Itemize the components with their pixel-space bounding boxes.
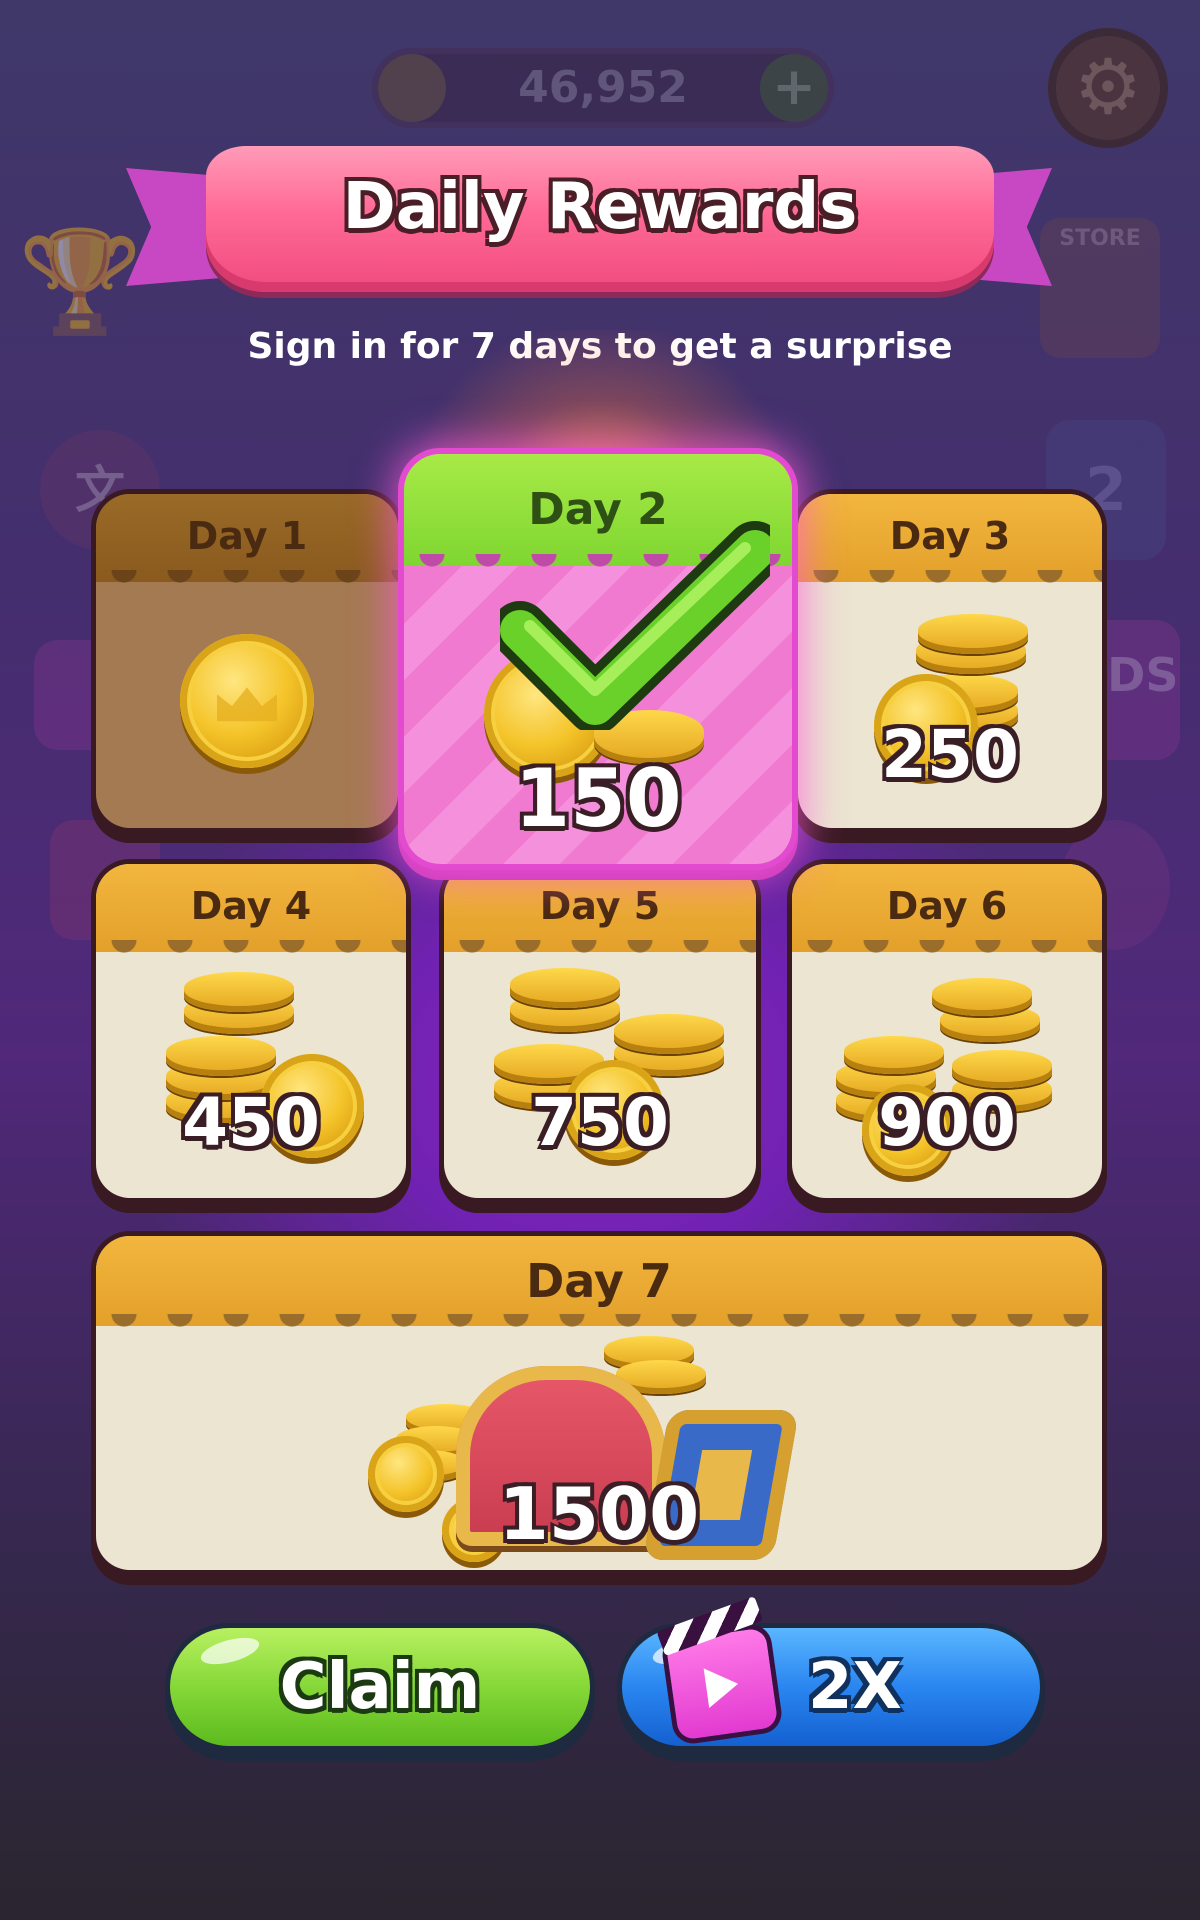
day-label: Day 3 — [889, 514, 1011, 558]
reward-amount: 750 — [531, 1084, 669, 1161]
reward-amount: 450 — [182, 1084, 320, 1161]
day-label: Day 1 — [186, 514, 308, 558]
plus-icon[interactable]: + — [760, 54, 828, 122]
day-label: Day 7 — [526, 1254, 672, 1308]
coin-balance-bar: 46,952 + — [372, 48, 834, 128]
page-title: Daily Rewards — [342, 170, 858, 244]
day-card-4: Day 4 450 — [96, 864, 406, 1198]
reward-amount: 150 — [514, 752, 682, 845]
day-label: Day 6 — [886, 884, 1008, 928]
double-reward-button[interactable]: 2X — [622, 1627, 1040, 1746]
day-card-3: Day 3 250 — [798, 494, 1102, 828]
reward-amount: 900 — [878, 1084, 1016, 1161]
reward-amount: 250 — [881, 716, 1019, 793]
coin-icon — [932, 978, 1032, 1016]
video-clapper-icon — [665, 1627, 779, 1741]
coin-icon — [918, 614, 1028, 654]
coin-icon — [510, 968, 620, 1008]
coin-icon — [952, 1050, 1052, 1088]
day-card-1: Day 1 — [96, 494, 398, 828]
coin-icon — [180, 634, 314, 768]
claim-button-label: Claim — [279, 1650, 481, 1724]
gear-icon[interactable]: ⚙ — [1048, 28, 1168, 148]
claim-button[interactable]: Claim — [170, 1628, 590, 1746]
coin-icon — [166, 1036, 276, 1076]
day-label: Day 4 — [190, 884, 312, 928]
day-card-5: Day 5 750 — [444, 864, 756, 1198]
coin-icon — [844, 1036, 944, 1074]
coin-icon — [614, 1014, 724, 1054]
coin-icon — [184, 972, 294, 1012]
double-reward-button-label: 2X — [808, 1650, 902, 1724]
day-label: Day 5 — [539, 884, 661, 928]
checkmark-icon — [500, 521, 770, 730]
day-card-6: Day 6 900 — [792, 864, 1102, 1198]
reward-amount: 1500 — [498, 1472, 700, 1556]
